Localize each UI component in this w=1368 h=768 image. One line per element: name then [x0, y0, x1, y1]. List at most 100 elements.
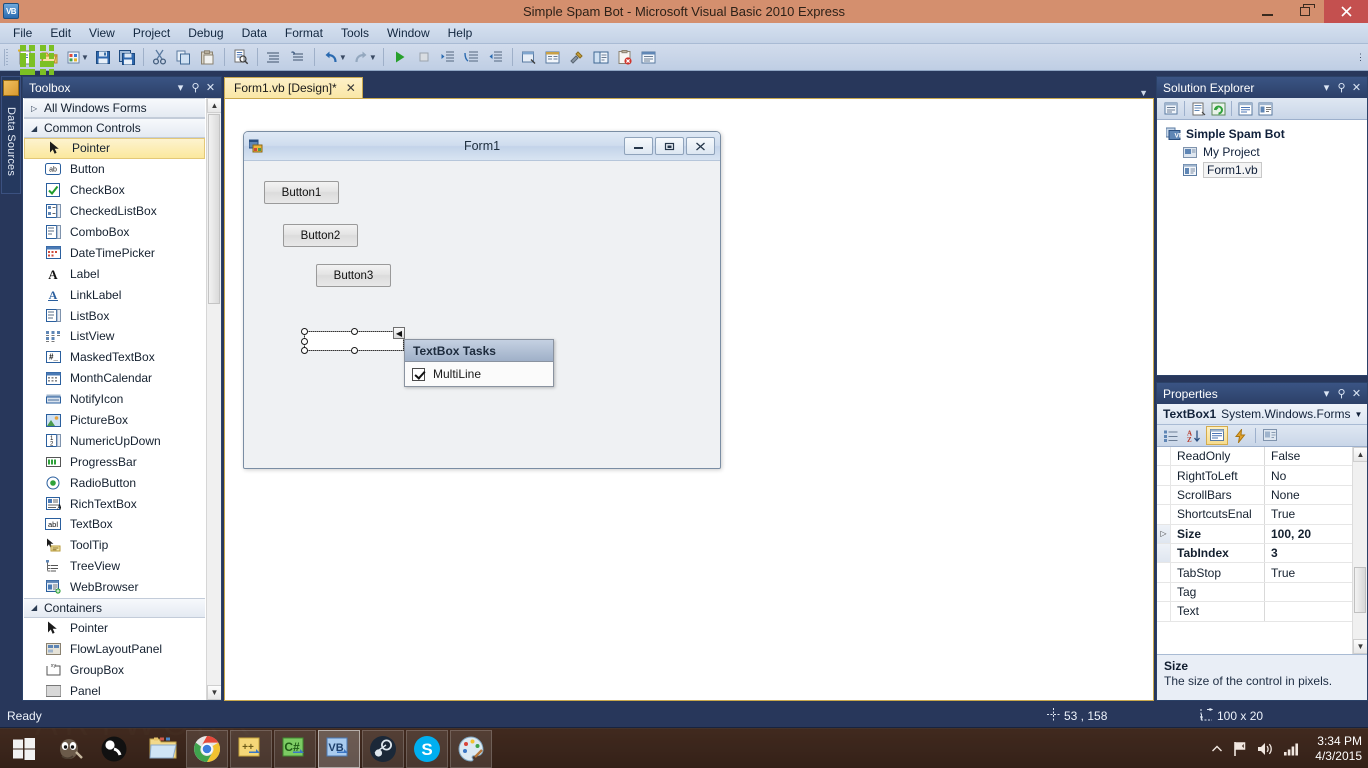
- scroll-up-icon[interactable]: ▲: [1353, 447, 1367, 462]
- resize-handle-s[interactable]: [351, 347, 358, 354]
- undo-icon[interactable]: [320, 46, 342, 68]
- start-button[interactable]: [0, 729, 48, 768]
- resize-handle-sw[interactable]: [301, 347, 308, 354]
- taskbar-app-paint[interactable]: [450, 729, 492, 768]
- close-button[interactable]: [1324, 0, 1368, 23]
- alphabetical-icon[interactable]: AZ: [1183, 426, 1205, 445]
- categorized-icon[interactable]: [1160, 426, 1182, 445]
- toolbox-item-flowlayoutpanel[interactable]: FlowLayoutPanel: [23, 638, 206, 659]
- smart-tag-panel[interactable]: TextBox Tasks MultiLine: [404, 339, 554, 387]
- taskbar-app-chrome[interactable]: [186, 729, 228, 768]
- toolbox-item-tooltip[interactable]: ToolTip: [23, 535, 206, 556]
- close-icon[interactable]: ✕: [203, 80, 218, 95]
- toolbar-overflow-icon[interactable]: ⋮: [1356, 52, 1365, 63]
- network-icon[interactable]: [1283, 742, 1300, 756]
- error-list-icon[interactable]: [614, 46, 636, 68]
- tree-item-my-project[interactable]: My Project: [1157, 143, 1367, 161]
- menu-window[interactable]: Window: [378, 23, 439, 43]
- scroll-up-icon[interactable]: ▲: [207, 98, 221, 113]
- action-center-icon[interactable]: [1232, 741, 1248, 757]
- toolbox-item-picturebox[interactable]: PictureBox: [23, 410, 206, 431]
- redo-icon[interactable]: [350, 46, 372, 68]
- form-button2[interactable]: Button2: [283, 224, 358, 247]
- find-icon[interactable]: [230, 46, 252, 68]
- cut-icon[interactable]: [149, 46, 171, 68]
- chevron-down-icon[interactable]: ▾: [1319, 80, 1334, 95]
- tree-item-project[interactable]: VB Simple Spam Bot: [1157, 125, 1367, 143]
- menu-tools[interactable]: Tools: [332, 23, 378, 43]
- taskbar-clock[interactable]: 3:34 PM 4/3/2015: [1309, 734, 1362, 764]
- toolbox-item-groupbox[interactable]: xy GroupBox: [23, 659, 206, 680]
- scrollbar-thumb[interactable]: [1354, 567, 1366, 613]
- property-row-shortcutsenabled[interactable]: ShortcutsEnal True: [1157, 505, 1367, 525]
- properties-icon[interactable]: [1161, 100, 1181, 118]
- designed-form[interactable]: Form1 Button1 Button2 Button3 ◀ TextBox …: [243, 131, 721, 469]
- menu-debug[interactable]: Debug: [179, 23, 232, 43]
- sidebar-item-data-sources[interactable]: Data Sources: [1, 76, 21, 194]
- toolbox-item-textbox[interactable]: abl TextBox: [23, 514, 206, 535]
- events-view-icon[interactable]: [1229, 426, 1251, 445]
- chevron-up-icon[interactable]: [1211, 744, 1223, 754]
- toolbox-item-button[interactable]: ab Button: [23, 159, 206, 180]
- step-into-icon[interactable]: [437, 46, 459, 68]
- form-client-area[interactable]: Button1 Button2 Button3 ◀ TextBox Tasks …: [244, 161, 720, 468]
- property-row-tabindex[interactable]: TabIndex 3: [1157, 543, 1367, 564]
- taskbar-app-gimp[interactable]: [49, 730, 91, 768]
- toolbox-item-treeview[interactable]: TreeView: [23, 556, 206, 577]
- stop-icon[interactable]: [413, 46, 435, 68]
- toolbox-category-containers[interactable]: ◢ Containers: [24, 597, 205, 618]
- taskbar-app-file-explorer[interactable]: [142, 730, 184, 768]
- refresh-icon[interactable]: [1208, 100, 1228, 118]
- property-row-righttoleft[interactable]: RightToLeft No: [1157, 466, 1367, 486]
- menu-format[interactable]: Format: [276, 23, 332, 43]
- toolbox-item-richtextbox[interactable]: A RichTextBox: [23, 493, 206, 514]
- taskbar-app-visual-csharp[interactable]: C#: [274, 729, 316, 768]
- close-icon[interactable]: ✕: [346, 81, 356, 95]
- comment-icon[interactable]: [263, 46, 285, 68]
- step-out-icon[interactable]: [485, 46, 507, 68]
- toolbox-icon[interactable]: [566, 46, 588, 68]
- uncomment-icon[interactable]: [287, 46, 309, 68]
- properties-scrollbar[interactable]: ▲ ▼: [1352, 447, 1367, 654]
- menu-help[interactable]: Help: [439, 23, 482, 43]
- toolbox-item-listbox[interactable]: ListBox: [23, 305, 206, 326]
- scroll-down-icon[interactable]: ▼: [207, 685, 221, 700]
- expand-icon[interactable]: ▷: [1157, 524, 1171, 543]
- toolbox-item-maskedtextbox[interactable]: #_ MaskedTextBox: [23, 347, 206, 368]
- toolbox-item-checkbox[interactable]: CheckBox: [23, 180, 206, 201]
- toolbox-item-containers-pointer[interactable]: Pointer: [23, 618, 206, 639]
- form-button3[interactable]: Button3: [316, 264, 391, 287]
- properties-window-icon[interactable]: [542, 46, 564, 68]
- view-designer-icon[interactable]: [1255, 100, 1275, 118]
- toolbox-item-radiobutton[interactable]: RadioButton: [23, 472, 206, 493]
- toolbox-item-panel[interactable]: Panel: [23, 680, 206, 700]
- taskbar-app-visual-basic[interactable]: VB: [318, 729, 360, 768]
- chevron-down-icon[interactable]: ▼: [1139, 88, 1148, 98]
- taskbar-app-skype[interactable]: S: [406, 729, 448, 768]
- form-button1[interactable]: Button1: [264, 181, 339, 204]
- solution-tree[interactable]: VB Simple Spam Bot My Project: [1157, 120, 1367, 375]
- resize-handle-n[interactable]: [351, 328, 358, 335]
- form-designer-surface[interactable]: Form1 Button1 Button2 Button3 ◀ TextBox …: [224, 98, 1154, 701]
- toolbox-item-datetimepicker[interactable]: DateTimePicker: [23, 242, 206, 263]
- property-row-size[interactable]: ▷ Size 100, 20: [1157, 524, 1367, 544]
- toolbox-category-common-controls[interactable]: ◢ Common Controls: [24, 118, 205, 138]
- close-icon[interactable]: ✕: [1349, 386, 1364, 401]
- pin-icon[interactable]: ⚲: [1334, 80, 1349, 95]
- step-over-icon[interactable]: [461, 46, 483, 68]
- save-all-icon[interactable]: [116, 46, 138, 68]
- smart-tag-option-multiline[interactable]: MultiLine: [405, 362, 553, 386]
- taskbar-app-steam[interactable]: [362, 729, 404, 768]
- scrollbar-thumb[interactable]: [208, 114, 220, 304]
- property-row-tag[interactable]: Tag: [1157, 582, 1367, 603]
- volume-icon[interactable]: [1257, 741, 1274, 757]
- menu-edit[interactable]: Edit: [41, 23, 80, 43]
- taskbar-app-obs[interactable]: [93, 730, 135, 768]
- toolbox-item-label[interactable]: A Label: [23, 263, 206, 284]
- scroll-down-icon[interactable]: ▼: [1353, 639, 1367, 654]
- chevron-down-icon[interactable]: ▾: [1319, 386, 1334, 401]
- property-row-readonly[interactable]: ReadOnly False: [1157, 447, 1367, 467]
- toolbox-item-monthcalendar[interactable]: MonthCalendar: [23, 368, 206, 389]
- output-icon[interactable]: [638, 46, 660, 68]
- pin-icon[interactable]: ⚲: [1334, 386, 1349, 401]
